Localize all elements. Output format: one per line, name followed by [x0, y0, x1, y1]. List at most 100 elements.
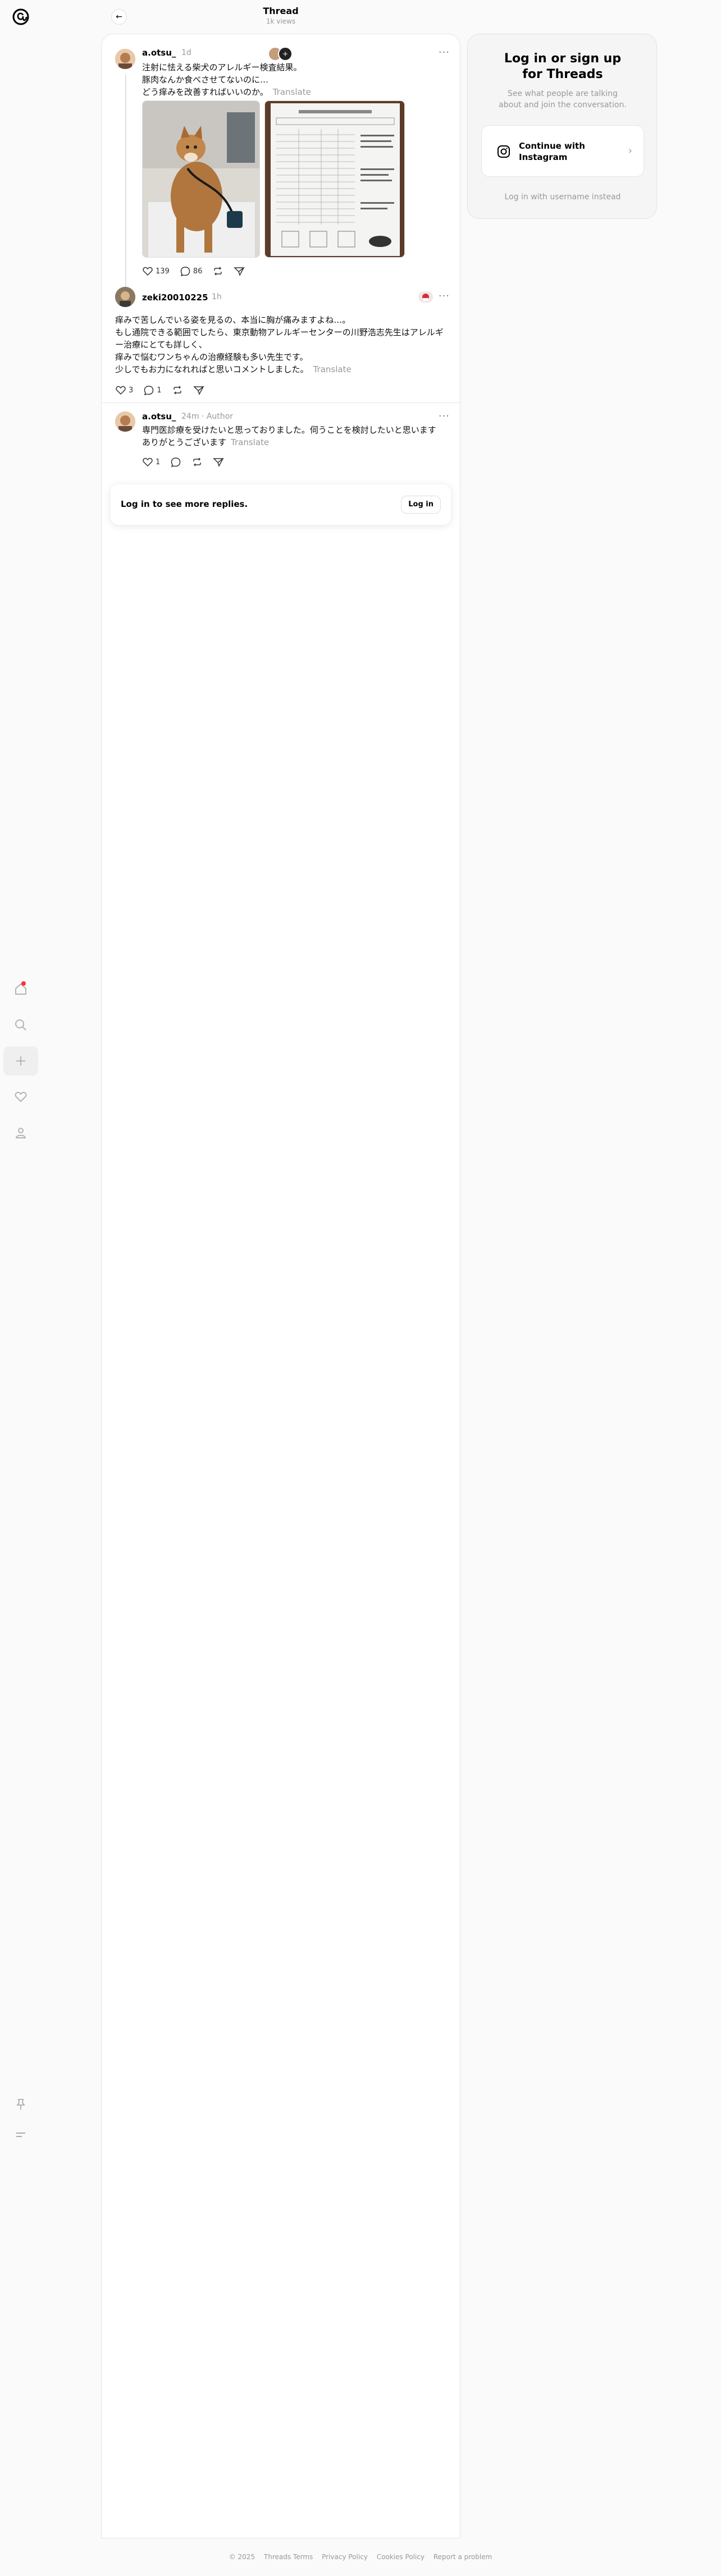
timestamp: 24m · Author: [181, 412, 233, 421]
like-count: 3: [129, 386, 134, 395]
translate-link[interactable]: Translate: [273, 87, 311, 97]
activity-nav-button[interactable]: [3, 1082, 38, 1111]
login-card: Log in or sign up for Threads See what p…: [467, 34, 657, 219]
menu-button[interactable]: [12, 2126, 29, 2143]
home-nav-button[interactable]: [3, 974, 38, 1004]
view-count: 1k views: [266, 17, 296, 25]
left-rail: [0, 0, 43, 2576]
chevron-right-icon: ›: [628, 145, 632, 157]
badge-icon: [418, 291, 433, 303]
heart-icon: [116, 386, 126, 395]
share-button[interactable]: [213, 456, 225, 468]
username[interactable]: a.otsu_: [142, 411, 176, 422]
post-text-line: 専門医診療を受けたいと思っておりました。伺うことを検討したいと思います: [142, 425, 436, 435]
repost-button[interactable]: [191, 456, 203, 468]
post-text-line: 痒みで悩むワンちゃんの治療経験も多い先生です。: [115, 352, 308, 362]
reply-button[interactable]: [170, 456, 181, 468]
timestamp-value: 24m: [181, 412, 199, 421]
send-icon: [213, 458, 225, 467]
post-actions: 3 1: [115, 385, 204, 396]
translate-link[interactable]: Translate: [313, 364, 352, 374]
comment-icon: [180, 267, 190, 277]
post-text-line: もし通院できる範囲でしたら、東京動物アレルギーセンターの川野浩志先生はアレルギ: [115, 327, 444, 337]
timestamp: 1d: [181, 48, 191, 57]
comment-icon: [171, 457, 181, 468]
send-icon: [193, 386, 204, 395]
post-text-line: どう痒みを改善すればいいのか。: [142, 87, 268, 97]
copyright: © 2025: [229, 2553, 255, 2561]
continue-with-instagram-button[interactable]: Continue with Instagram ›: [481, 125, 644, 177]
login-card-title: Log in or sign up for Threads: [504, 52, 622, 81]
post-text-line: 注射に怯える柴犬のアレルギー検査結果。: [142, 62, 302, 72]
profile-nav-button[interactable]: [3, 1118, 38, 1147]
thread-header: ← Thread 1k views: [101, 0, 460, 33]
username-login-link[interactable]: Log in with username instead: [468, 193, 658, 202]
like-count: 139: [156, 267, 170, 276]
author-reply-post: a.otsu_ 24m · Author ··· 専門医診療を受けたいと思ってお…: [102, 405, 461, 478]
login-card-subtitle: See what people are talking about and jo…: [499, 89, 627, 109]
search-icon: [15, 1019, 26, 1031]
comment-icon: [144, 386, 154, 396]
more-options-button[interactable]: ···: [439, 410, 450, 422]
post-text: 注射に怯える柴犬のアレルギー検査結果。 豚肉なんか食べさせてないのに… どう痒み…: [142, 61, 434, 98]
privacy-link[interactable]: Privacy Policy: [322, 2553, 368, 2561]
login-prompt-text: Log in to see more replies.: [121, 499, 248, 509]
post-original: a.otsu_ 1d ··· + 注射に怯える柴犬のアレルギー検査結果。 豚肉な…: [102, 34, 461, 305]
divider: [102, 402, 461, 403]
username[interactable]: a.otsu_: [142, 48, 176, 58]
page-title: Thread: [263, 6, 299, 16]
terms-link[interactable]: Threads Terms: [264, 2553, 313, 2561]
post-text-line: 痒みで苦しんでいる姿を見るの、本当に胸が痛みますよね…。: [115, 315, 351, 325]
avatar[interactable]: [115, 49, 135, 69]
plus-badge-icon: +: [278, 47, 293, 61]
share-button[interactable]: [193, 385, 204, 396]
thread-line: [125, 75, 126, 305]
menu-icon: [16, 2133, 25, 2137]
more-options-button[interactable]: ···: [439, 290, 450, 302]
post-text-line: 豚肉なんか食べさせてないのに…: [142, 75, 269, 85]
like-button[interactable]: 3: [115, 385, 133, 396]
reply-button[interactable]: 86: [180, 266, 202, 277]
post-text-line: 少しでもお力になれればと思いコメントしました。: [115, 364, 309, 374]
test-results-photo[interactable]: [264, 100, 405, 258]
share-button[interactable]: [234, 266, 245, 277]
repost-icon: [214, 267, 222, 276]
repost-button[interactable]: [172, 385, 183, 396]
like-button[interactable]: 1: [142, 456, 160, 468]
login-prompt: Log in to see more replies. Log in: [111, 484, 451, 525]
home-icon: [15, 983, 26, 995]
footer: © 2025 Threads Terms Privacy Policy Cook…: [0, 2553, 721, 2561]
heart-icon: [143, 457, 153, 467]
repost-icon: [173, 386, 181, 395]
instagram-button-label: Continue with Instagram: [519, 141, 585, 162]
avatar[interactable]: [115, 287, 135, 307]
post-text: 専門医診療を受けたいと思っておりました。伺うことを検討したいと思います ありがと…: [142, 424, 451, 449]
threads-logo-icon[interactable]: [11, 7, 30, 26]
dog-photo[interactable]: [142, 100, 260, 258]
post-text-line: ー治療にとても詳しく、: [115, 340, 207, 350]
plus-icon: [16, 1056, 25, 1065]
create-nav-button[interactable]: [3, 1046, 38, 1076]
profile-icon: [15, 1128, 26, 1138]
timestamp: 1h: [212, 292, 222, 301]
thread-column: a.otsu_ 1d ··· + 注射に怯える柴犬のアレルギー検査結果。 豚肉な…: [101, 34, 461, 2538]
pin-button[interactable]: [12, 2096, 29, 2113]
notification-dot: [21, 981, 26, 986]
more-options-button[interactable]: ···: [439, 47, 450, 58]
like-button[interactable]: 139: [142, 266, 170, 277]
translate-link[interactable]: Translate: [231, 437, 269, 447]
post-text: 痒みで苦しんでいる姿を見るの、本当に胸が痛みますよね…。 もし通院できる範囲でし…: [115, 314, 446, 376]
username[interactable]: zeki20010225: [142, 292, 208, 303]
heart-icon: [15, 1091, 27, 1102]
send-icon: [234, 267, 245, 276]
instagram-icon: [498, 145, 510, 158]
post-actions: 1: [142, 456, 225, 468]
search-nav-button[interactable]: [3, 1010, 38, 1040]
login-button[interactable]: Log in: [401, 496, 441, 514]
repost-button[interactable]: [212, 266, 223, 277]
reply-button[interactable]: 1: [143, 385, 162, 396]
pin-icon: [16, 2099, 25, 2110]
cookies-link[interactable]: Cookies Policy: [377, 2553, 425, 2561]
avatar[interactable]: [115, 411, 135, 432]
report-problem-link[interactable]: Report a problem: [433, 2553, 492, 2561]
